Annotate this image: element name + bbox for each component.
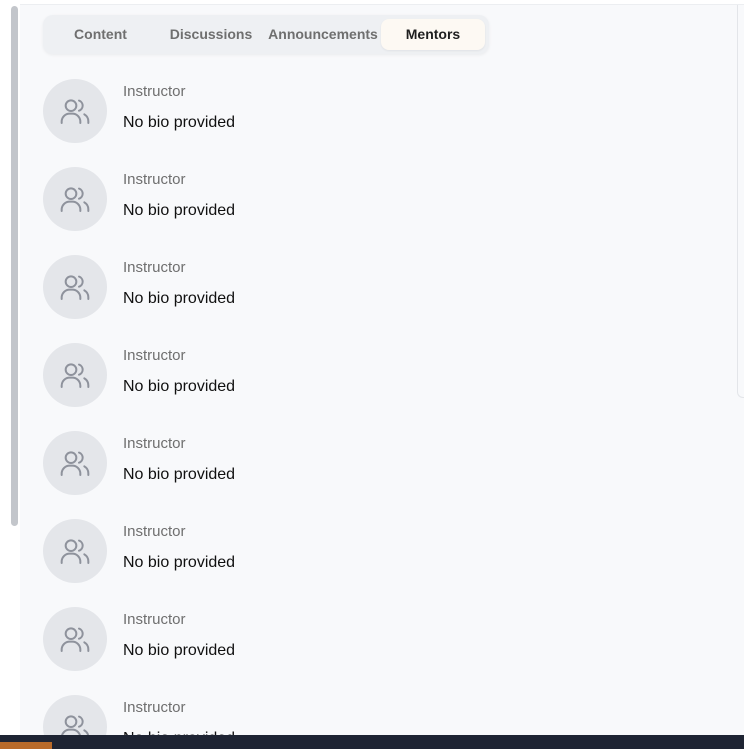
mentor-role: Instructor <box>123 435 186 452</box>
mentor-role: Instructor <box>123 83 186 100</box>
mentor-bio: No bio provided <box>123 290 236 307</box>
mentor-item[interactable]: Instructor No bio provided <box>43 519 643 607</box>
mentor-item[interactable]: InstructorNo bio provided <box>43 695 643 735</box>
users-icon <box>60 627 90 652</box>
mentor-avatar <box>43 607 107 671</box>
mentor-bio: No bio provided <box>123 642 236 659</box>
mentor-avatar <box>43 343 107 407</box>
users-icon <box>61 715 89 735</box>
mentor-avatar <box>43 167 107 231</box>
mentor-item[interactable]: Instructor No bio provided <box>43 431 643 519</box>
mentor-role: Instructor <box>123 611 186 628</box>
mentor-bio: No bio provided <box>123 554 236 571</box>
mentor-item[interactable]: Instructor No bio provided <box>43 167 643 255</box>
mentor-role: Instructor <box>123 259 186 276</box>
mentor-role: Instructor <box>123 171 186 188</box>
mentor-role: Instructor <box>123 347 186 364</box>
mentor-bio: No bio provided <box>123 114 236 131</box>
mentor-item[interactable]: Instructor No bio provided <box>43 79 643 167</box>
mentor-avatar <box>43 79 107 143</box>
mentor-role: Instructor <box>123 699 186 716</box>
mentor-avatar <box>43 695 107 735</box>
users-icon <box>60 99 90 124</box>
mentor-list: Instructor No bio provided Instructor No bi… <box>0 0 744 735</box>
mentor-bio: No bio provided <box>123 466 236 483</box>
taskbar <box>0 735 744 749</box>
users-icon <box>60 539 90 564</box>
users-icon <box>60 451 90 476</box>
users-icon <box>60 275 90 300</box>
mentor-avatar <box>43 519 107 583</box>
mentor-avatar <box>43 431 107 495</box>
users-icon <box>60 187 90 212</box>
mentor-bio: No bio provided <box>123 202 236 219</box>
users-icon <box>60 363 90 388</box>
mentor-item[interactable]: Instructor No bio provided <box>43 343 643 431</box>
taskbar-app-icon[interactable] <box>0 742 52 749</box>
mentor-bio: No bio provided <box>123 378 236 395</box>
mentor-role: Instructor <box>123 523 186 540</box>
mentor-avatar <box>43 255 107 319</box>
mentor-item[interactable]: Instructor No bio provided <box>43 607 643 695</box>
mentor-item[interactable]: Instructor No bio provided <box>43 255 643 343</box>
